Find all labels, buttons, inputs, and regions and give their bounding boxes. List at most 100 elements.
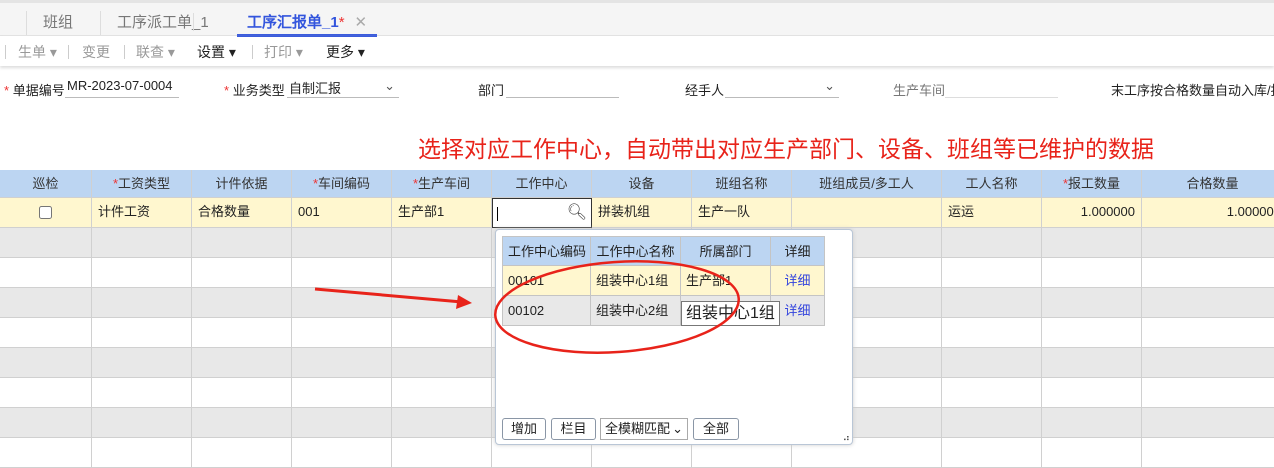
- empty-cell[interactable]: [92, 318, 192, 348]
- table-row[interactable]: 计件工资 合格数量 001 生产部1 🔍︎ 拼装机组 生产一队 运运 1.000…: [0, 198, 1274, 228]
- work-center-input[interactable]: 🔍︎: [492, 198, 592, 228]
- empty-cell[interactable]: [0, 348, 92, 378]
- empty-cell[interactable]: [292, 348, 392, 378]
- empty-cell[interactable]: [942, 288, 1042, 318]
- empty-cell[interactable]: [942, 408, 1042, 438]
- close-icon[interactable]: ✕: [355, 14, 368, 31]
- column-header[interactable]: *工资类型: [92, 170, 192, 198]
- empty-cell[interactable]: [192, 228, 292, 258]
- column-header[interactable]: 合格数量: [1142, 170, 1274, 198]
- tab-team[interactable]: 班组: [26, 11, 73, 35]
- popup-name-cell[interactable]: 组装中心1组: [591, 266, 681, 296]
- search-icon[interactable]: 🔍︎: [567, 199, 587, 227]
- column-header[interactable]: *生产车间: [392, 170, 492, 198]
- empty-cell[interactable]: [0, 258, 92, 288]
- print-menu[interactable]: 打印 ▾: [264, 42, 303, 62]
- empty-cell[interactable]: [292, 318, 392, 348]
- empty-cell[interactable]: [1042, 438, 1142, 468]
- worker-cell[interactable]: 运运: [942, 198, 1042, 228]
- empty-cell[interactable]: [92, 228, 192, 258]
- column-header[interactable]: 班组成员/多工人: [792, 170, 942, 198]
- basis-cell[interactable]: 合格数量: [192, 198, 292, 228]
- empty-cell[interactable]: [942, 228, 1042, 258]
- empty-cell[interactable]: [1142, 228, 1274, 258]
- detail-link[interactable]: 详细: [771, 266, 825, 296]
- empty-cell[interactable]: [292, 228, 392, 258]
- empty-cell[interactable]: [942, 438, 1042, 468]
- empty-cell[interactable]: [1142, 438, 1274, 468]
- column-header[interactable]: 班组名称: [692, 170, 792, 198]
- column-header[interactable]: *车间编码: [292, 170, 392, 198]
- empty-cell[interactable]: [192, 318, 292, 348]
- empty-cell[interactable]: [92, 258, 192, 288]
- empty-cell[interactable]: [392, 258, 492, 288]
- empty-cell[interactable]: [292, 378, 392, 408]
- empty-cell[interactable]: [1042, 288, 1142, 318]
- handler-select[interactable]: ⌄: [725, 78, 839, 98]
- doc-no-field[interactable]: MR-2023-07-0004: [65, 78, 179, 98]
- empty-cell[interactable]: [192, 438, 292, 468]
- empty-cell[interactable]: [942, 378, 1042, 408]
- empty-cell[interactable]: [1142, 348, 1274, 378]
- wage-type-cell[interactable]: 计件工资: [92, 198, 192, 228]
- empty-cell[interactable]: [1142, 258, 1274, 288]
- empty-cell[interactable]: [392, 348, 492, 378]
- empty-cell[interactable]: [0, 288, 92, 318]
- column-header[interactable]: 工作中心: [492, 170, 592, 198]
- empty-cell[interactable]: [292, 438, 392, 468]
- members-cell[interactable]: [792, 198, 942, 228]
- resize-handle-icon[interactable]: ⠴: [843, 433, 850, 444]
- workshop-code-cell[interactable]: 001: [292, 198, 392, 228]
- empty-cell[interactable]: [292, 288, 392, 318]
- team-cell[interactable]: 生产一队: [692, 198, 792, 228]
- empty-cell[interactable]: [942, 258, 1042, 288]
- empty-cell[interactable]: [1142, 288, 1274, 318]
- empty-cell[interactable]: [192, 348, 292, 378]
- empty-cell[interactable]: [0, 228, 92, 258]
- empty-cell[interactable]: [1142, 378, 1274, 408]
- empty-cell[interactable]: [92, 288, 192, 318]
- workshop-field[interactable]: [945, 78, 1058, 98]
- equipment-cell[interactable]: 拼装机组: [592, 198, 692, 228]
- empty-cell[interactable]: [392, 288, 492, 318]
- report-qty-cell[interactable]: 1.000000: [1042, 198, 1142, 228]
- empty-cell[interactable]: [192, 288, 292, 318]
- empty-cell[interactable]: [92, 438, 192, 468]
- empty-cell[interactable]: [392, 408, 492, 438]
- query-menu[interactable]: 联查 ▾: [136, 42, 175, 62]
- popup-dept-cell[interactable]: 生产部1: [681, 266, 771, 296]
- empty-cell[interactable]: [192, 258, 292, 288]
- empty-cell[interactable]: [1042, 258, 1142, 288]
- dept-field[interactable]: [506, 78, 619, 98]
- empty-cell[interactable]: [392, 378, 492, 408]
- empty-cell[interactable]: [0, 318, 92, 348]
- all-button[interactable]: 全部: [693, 418, 739, 440]
- empty-cell[interactable]: [1042, 348, 1142, 378]
- generate-menu[interactable]: 生单 ▾: [18, 42, 57, 62]
- columns-button[interactable]: 栏目: [551, 418, 596, 440]
- empty-cell[interactable]: [1042, 408, 1142, 438]
- add-button[interactable]: 增加: [502, 418, 546, 440]
- popup-name-cell[interactable]: 组装中心2组: [591, 296, 681, 326]
- empty-cell[interactable]: [92, 408, 192, 438]
- workshop-cell[interactable]: 生产部1: [392, 198, 492, 228]
- column-header[interactable]: *报工数量: [1042, 170, 1142, 198]
- empty-cell[interactable]: [392, 318, 492, 348]
- empty-cell[interactable]: [392, 228, 492, 258]
- inspect-checkbox[interactable]: [39, 206, 52, 219]
- popup-code-cell[interactable]: 00102: [502, 296, 591, 326]
- empty-cell[interactable]: [192, 408, 292, 438]
- empty-cell[interactable]: [92, 348, 192, 378]
- settings-menu[interactable]: 设置 ▾: [197, 42, 236, 62]
- column-header[interactable]: 计件依据: [192, 170, 292, 198]
- column-header[interactable]: 设备: [592, 170, 692, 198]
- column-header[interactable]: 巡检: [0, 170, 92, 198]
- empty-cell[interactable]: [392, 438, 492, 468]
- qualified-qty-cell[interactable]: 1.000000: [1142, 198, 1274, 228]
- empty-cell[interactable]: [0, 408, 92, 438]
- popup-code-cell[interactable]: 00101: [502, 266, 591, 296]
- empty-cell[interactable]: [942, 348, 1042, 378]
- empty-cell[interactable]: [1042, 228, 1142, 258]
- empty-cell[interactable]: [292, 258, 392, 288]
- empty-cell[interactable]: [1042, 318, 1142, 348]
